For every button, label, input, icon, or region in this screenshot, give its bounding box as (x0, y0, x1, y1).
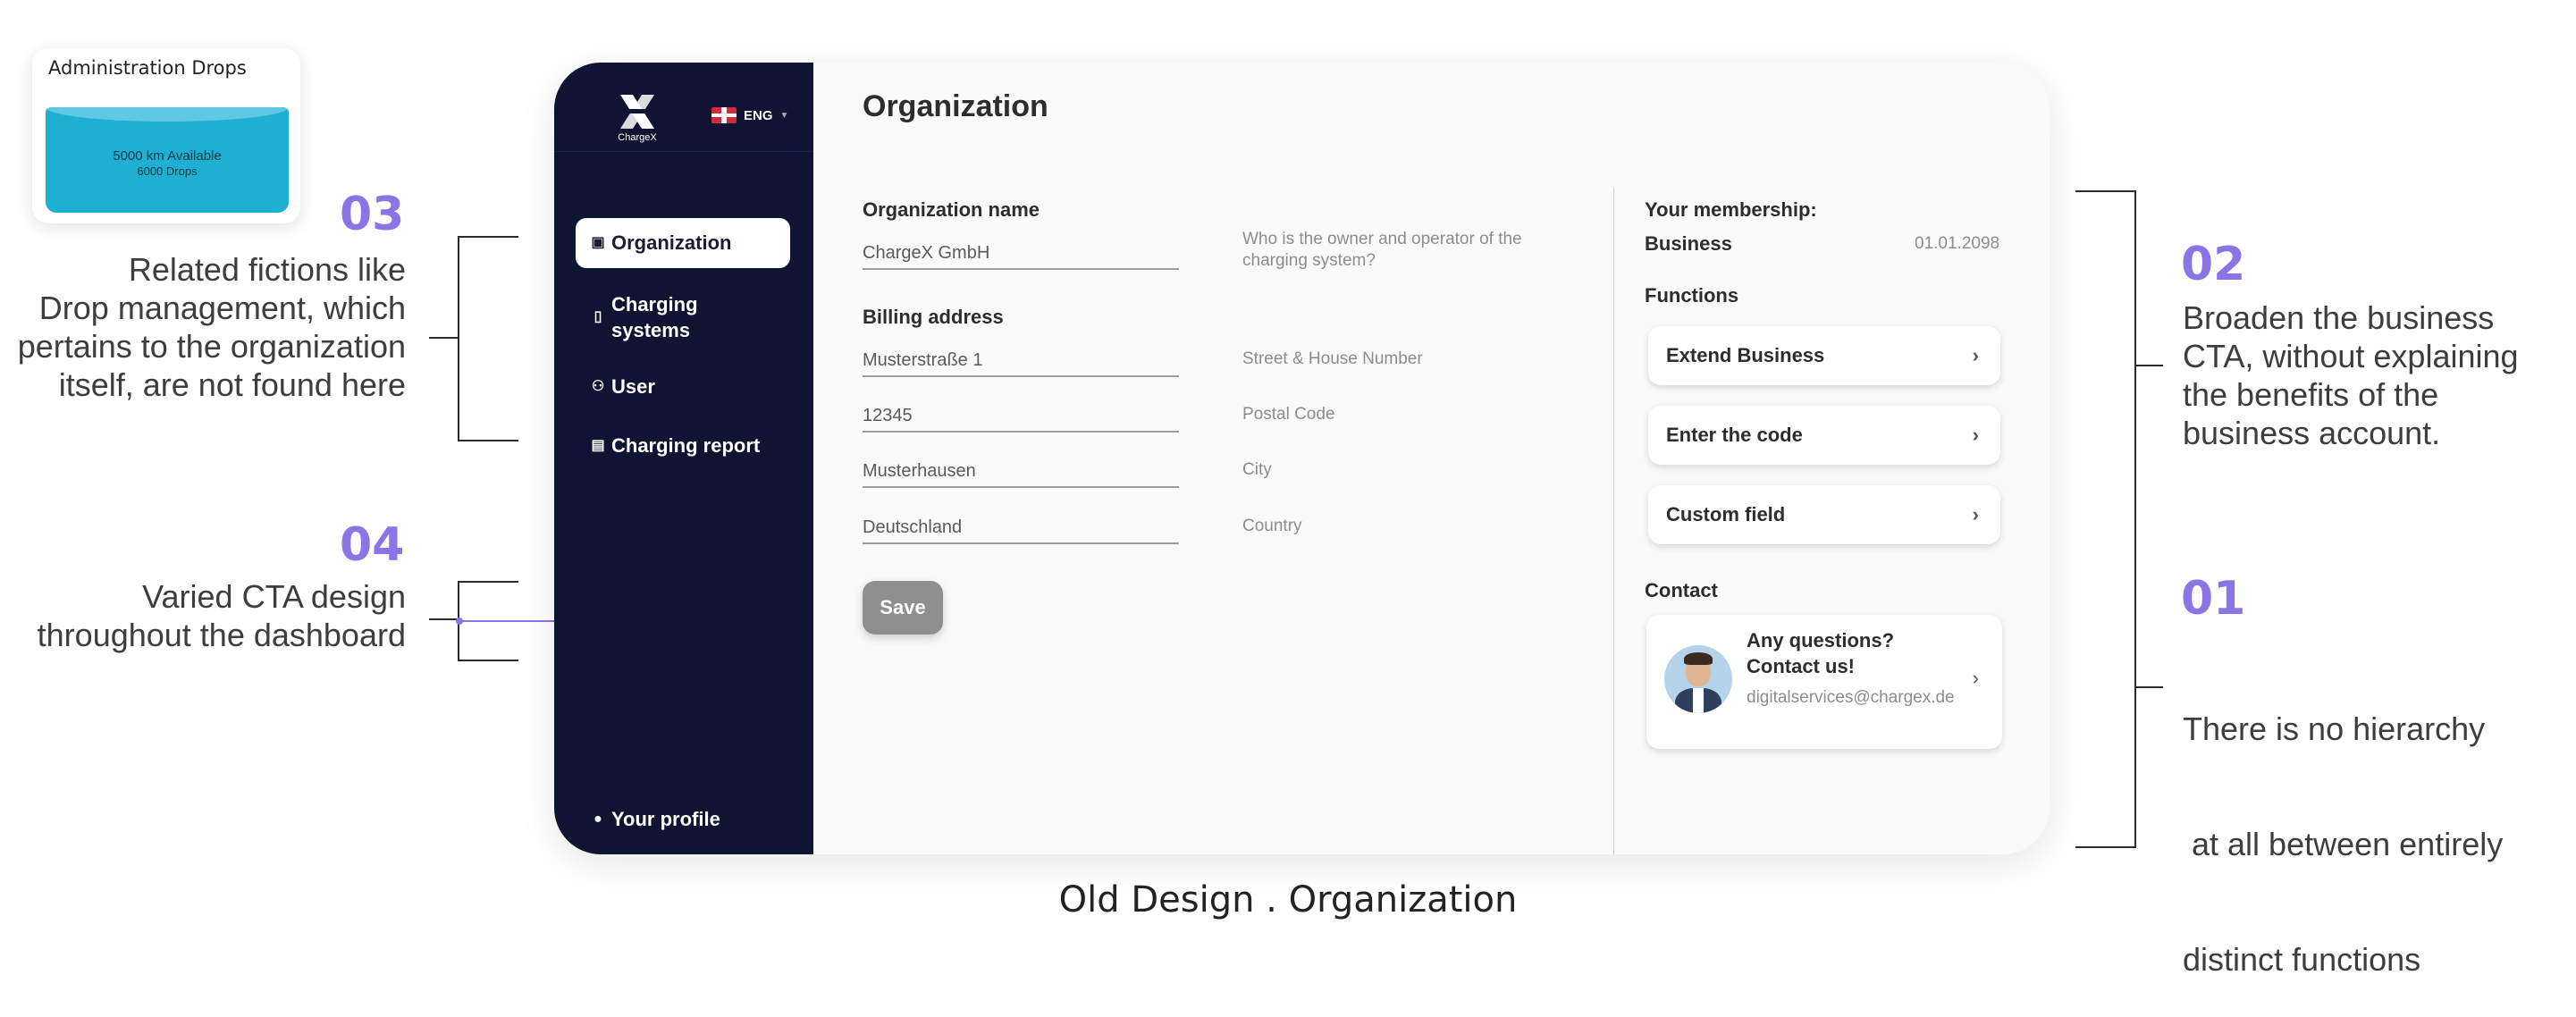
language-label: ENG (744, 107, 773, 123)
membership-heading: Your membership: (1645, 198, 1817, 221)
annotation-04-line: throughout the dashboard (37, 617, 406, 653)
profile-label: Your profile (611, 808, 720, 830)
language-selector[interactable]: ENG ▼ (711, 107, 788, 123)
drops-count-text: 6000 Drops (137, 164, 198, 178)
uk-flag-icon (711, 107, 737, 123)
organization-hint: Who is the owner and operator of the cha… (1242, 230, 1522, 270)
avatar (1664, 645, 1732, 713)
sidebar-item-label: User (611, 375, 655, 398)
billing-address-label: Billing address (863, 306, 1004, 328)
sidebar-item-charging-report[interactable]: ▤ Charging report (576, 425, 790, 466)
annotation-04-number: 04 (340, 518, 405, 572)
enter-code-button[interactable]: Enter the code › (1648, 406, 2000, 465)
annotation-03-line: itself, are not found here (58, 366, 406, 403)
chargex-logo-icon[interactable] (615, 89, 660, 134)
bracket-03-vertical (458, 236, 459, 441)
extend-business-label: Extend Business (1666, 344, 1825, 366)
country-hint: Country (1242, 517, 1302, 535)
logo-text: ChargeX (618, 132, 657, 143)
organization-name-field[interactable]: ChargeX GmbH (863, 238, 1179, 270)
annotation-02-text: Broaden the business CTA, without explai… (2183, 298, 2519, 452)
annotation-02-line: Broaden the business (2183, 299, 2495, 336)
drops-wave (46, 107, 289, 122)
street-hint: Street & House Number (1242, 349, 1423, 368)
annotation-01-line: at all between entirely (2183, 826, 2504, 862)
membership-plan: Business (1645, 232, 1732, 255)
organization-name-label: Organization name (863, 198, 1040, 221)
annotation-02-line: the benefits of the (2183, 376, 2439, 413)
chevron-right-icon: › (1972, 667, 1979, 689)
chevron-right-icon: › (1972, 503, 1979, 525)
drops-fill-level: 5000 km Available 6000 Drops (46, 107, 289, 213)
annotation-01-line: There is no hierarchy (2183, 710, 2486, 747)
country-field[interactable]: Deutschland (863, 512, 1179, 544)
annotation-02-line: business account. (2183, 415, 2441, 451)
postal-code-field[interactable]: 12345 (863, 400, 1179, 433)
extend-business-button[interactable]: Extend Business › (1648, 326, 2000, 385)
annotation-03-number: 03 (340, 188, 405, 241)
annotation-03-line: Drop management, which (38, 290, 406, 326)
annotation-02-line: CTA, without explaining (2183, 338, 2519, 374)
bracket-04-bottom (458, 660, 518, 661)
your-profile-link[interactable]: ● Your profile (576, 799, 790, 840)
sidebar-item-charging-systems[interactable]: ▯ Charging systems (576, 286, 790, 349)
sidebar-item-label: Charging report (611, 434, 761, 457)
bracket-04-top (458, 581, 518, 583)
annotation-03-text: Related fictions like Drop management, w… (0, 250, 406, 404)
street-field[interactable]: Musterstraße 1 (863, 345, 1179, 377)
sidebar-item-label: Charging systems (611, 293, 698, 341)
bracket-right-vertical (2134, 190, 2136, 848)
chevron-down-icon: ▼ (779, 110, 789, 121)
document-icon: ▤ (591, 438, 605, 453)
bracket-right-bottom (2075, 846, 2136, 848)
user-circle-icon: ● (593, 811, 602, 827)
annotation-01-line: distinct functions (2183, 941, 2421, 978)
bracket-03-tick (429, 337, 458, 339)
contact-label: Contact (1645, 579, 1718, 601)
bracket-03-bottom (458, 440, 518, 441)
annotation-04-line: Varied CTA design (142, 578, 406, 615)
contact-title: Any questions? Contact us! (1747, 629, 1895, 677)
membership-date: 01.01.2098 (1915, 234, 2000, 253)
page-caption: Old Design . Organization (1058, 879, 1518, 920)
sidebar: ChargeX ENG ▼ ▣ Organization ▯ Charging … (554, 63, 813, 854)
drops-available-text: 5000 km Available (113, 148, 222, 164)
annotation-03-line: Related fictions like (128, 251, 406, 288)
charger-icon: ▯ (593, 309, 602, 324)
enter-code-label: Enter the code (1666, 424, 1803, 446)
annotation-01-text: There is no hierarchy at all between ent… (2183, 633, 2503, 1017)
dashboard-window: ChargeX ENG ▼ ▣ Organization ▯ Charging … (554, 63, 2050, 854)
contact-email[interactable]: digitalservices@chargex.de (1747, 686, 1961, 710)
chevron-right-icon: › (1972, 344, 1979, 366)
custom-field-button[interactable]: Custom field › (1648, 485, 2000, 544)
page-title: Organization (863, 89, 1048, 123)
column-divider (1613, 188, 1614, 854)
bracket-03-top (458, 236, 518, 238)
administration-drops-card: Administration Drops 5000 km Available 6… (32, 48, 300, 223)
sidebar-item-organization[interactable]: ▣ Organization (576, 218, 790, 268)
bracket-01-tick (2136, 686, 2163, 688)
postal-code-hint: Postal Code (1242, 405, 1335, 424)
bracket-right-top (2075, 190, 2136, 192)
drops-title: Administration Drops (48, 57, 247, 79)
briefcase-icon: ▣ (591, 235, 605, 250)
sidebar-item-user[interactable]: ⚇ User (576, 366, 790, 408)
custom-field-label: Custom field (1666, 503, 1786, 525)
functions-label: Functions (1645, 284, 1739, 307)
contact-card[interactable]: Any questions? Contact us! digitalservic… (1646, 615, 2002, 749)
sidebar-item-label: Organization (611, 231, 732, 254)
users-icon: ⚇ (591, 379, 605, 394)
annotation-04-text: Varied CTA design throughout the dashboa… (0, 577, 406, 654)
bracket-02-tick (2136, 365, 2163, 366)
chevron-right-icon: › (1972, 424, 1979, 446)
save-button[interactable]: Save (863, 581, 943, 635)
annotation-01-number: 01 (2181, 572, 2246, 626)
annotation-02-number: 02 (2181, 238, 2246, 291)
city-field[interactable]: Musterhausen (863, 456, 1179, 488)
annotation-03-line: pertains to the organization (17, 328, 406, 365)
city-hint: City (1242, 460, 1272, 479)
